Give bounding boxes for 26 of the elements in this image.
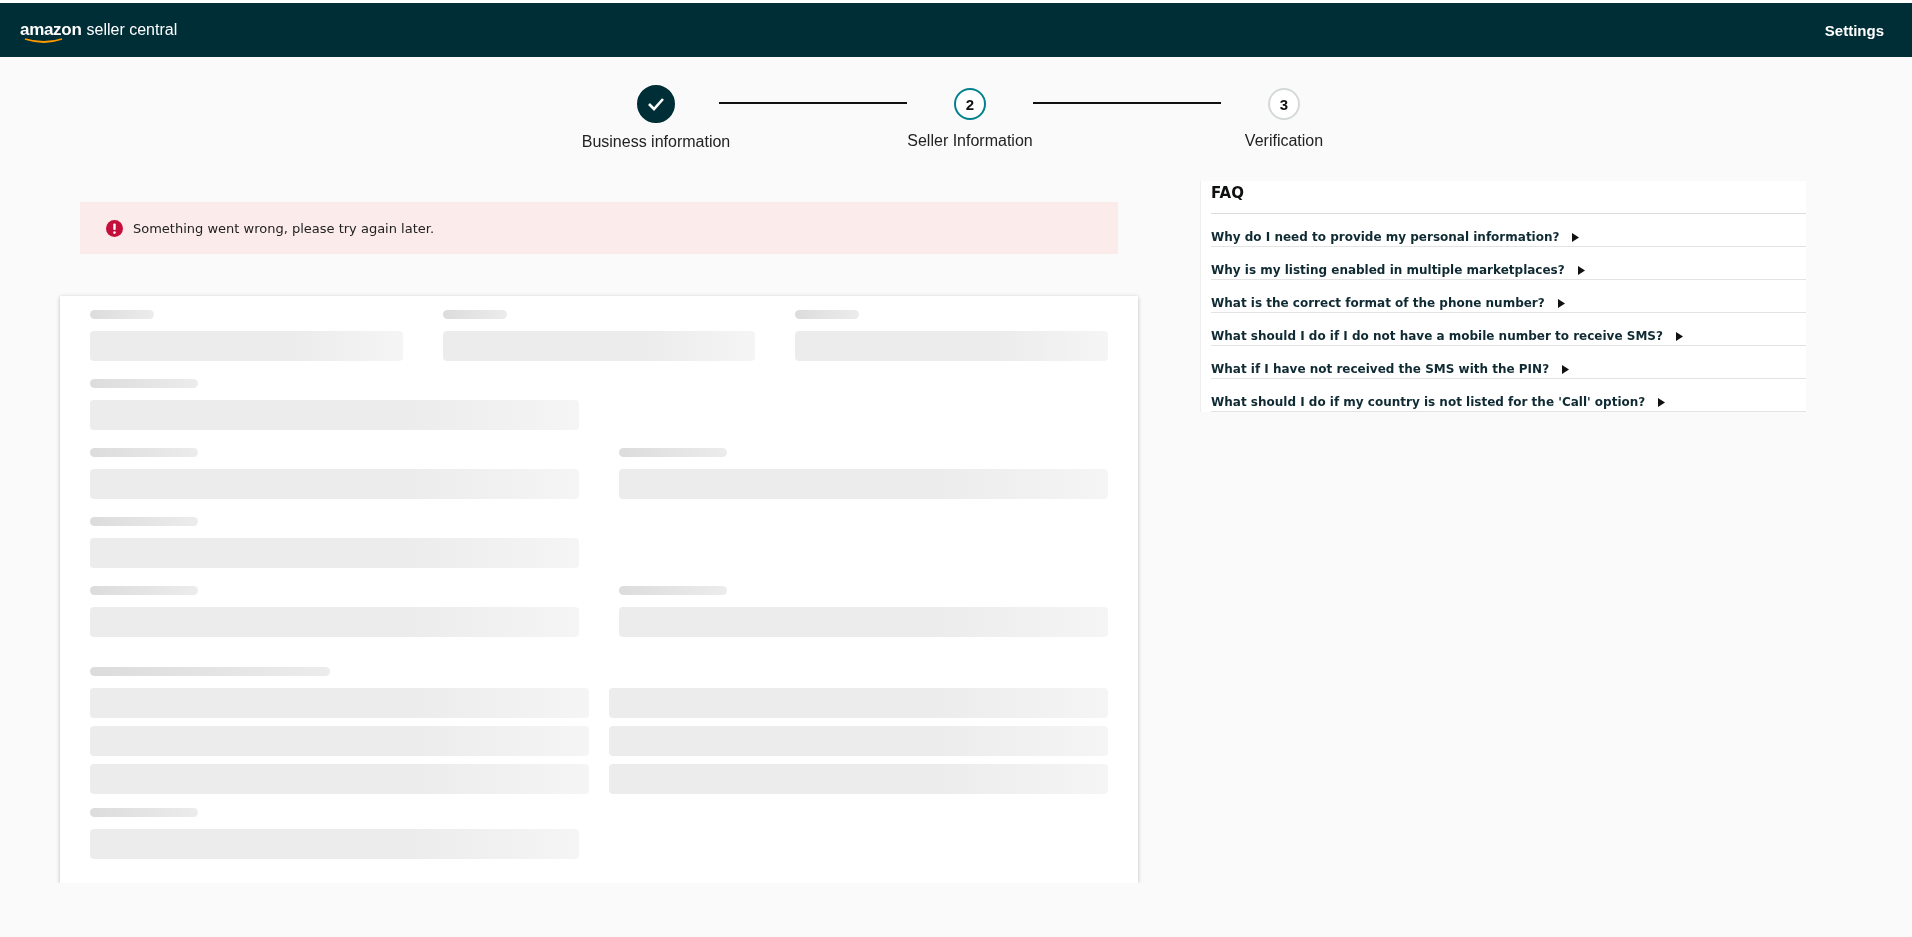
faq-question[interactable]: What should I do if I do not have a mobile number to receive SMS? — [1211, 329, 1683, 343]
caret-icon — [1561, 364, 1570, 374]
error-message: Something went wrong, please try again later. — [133, 220, 435, 236]
step-label: Verification — [1244, 132, 1324, 150]
skeleton-label — [795, 310, 860, 319]
step-label: Business information — [581, 133, 731, 151]
faq-question[interactable]: What should I do if my country is not listed for the 'Call' option? — [1211, 395, 1666, 409]
caret-icon — [1657, 397, 1666, 407]
step-number: 3 — [1268, 88, 1300, 120]
caret-icon — [1576, 265, 1585, 275]
faq-question[interactable]: What if I have not received the SMS with the PIN? — [1211, 362, 1570, 376]
faq-title: FAQ — [1211, 181, 1806, 214]
logo[interactable]: amazon seller central — [20, 20, 178, 40]
check-icon — [647, 97, 665, 111]
faq-question[interactable]: Why is my listing enabled in multiple marketplaces? — [1211, 263, 1585, 277]
step-label: Seller Information — [907, 132, 1033, 150]
error-icon — [106, 219, 123, 237]
caret-icon — [1571, 232, 1580, 242]
settings-link[interactable]: Settings — [1824, 21, 1884, 39]
faq-question[interactable]: What is the correct format of the phone number? — [1211, 296, 1565, 310]
step-number: 2 — [954, 88, 986, 120]
faq-question[interactable]: Why do I need to provide my personal information? — [1211, 230, 1580, 244]
skeleton-label — [442, 310, 507, 319]
skeleton-label — [90, 310, 154, 319]
caret-icon — [1556, 298, 1565, 308]
caret-icon — [1674, 331, 1683, 341]
